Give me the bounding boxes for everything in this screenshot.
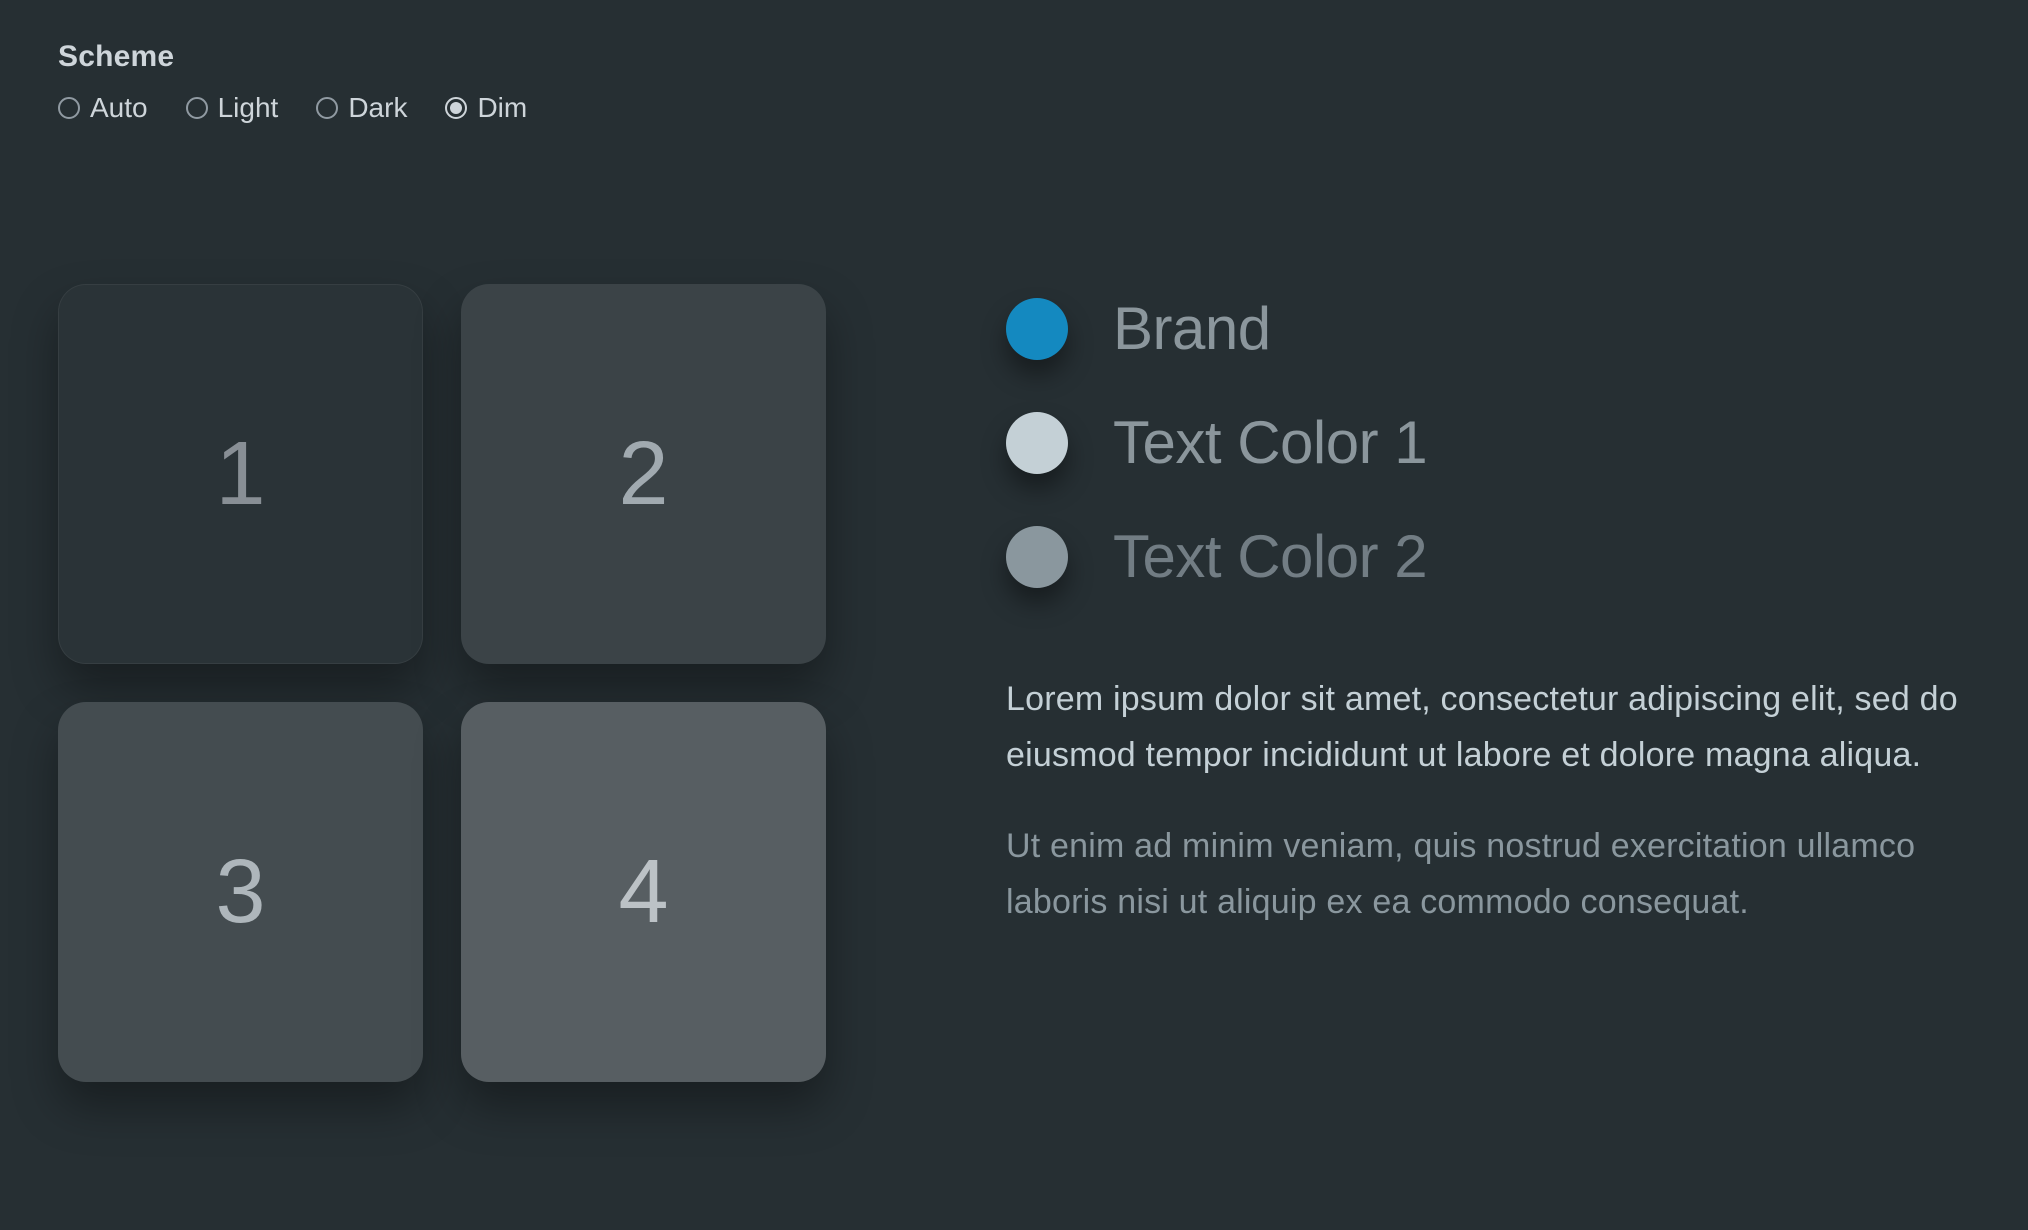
scheme-radio-dark[interactable]: Dark [316, 92, 407, 124]
swatch-label: 2 [618, 423, 668, 526]
radio-label: Light [218, 92, 279, 124]
text2-color-dot [1006, 526, 1068, 588]
color-row-brand: Brand [1006, 294, 1970, 363]
swatch-label: 3 [215, 841, 265, 944]
scheme-options: Auto Light Dark Dim [58, 92, 1970, 124]
paragraph-block: Lorem ipsum dolor sit amet, consectetur … [1006, 671, 1970, 930]
swatch-card-1: 1 [58, 284, 423, 664]
radio-icon-selected [445, 97, 467, 119]
radio-label: Dim [477, 92, 527, 124]
swatch-card-3: 3 [58, 702, 423, 1082]
scheme-radio-light[interactable]: Light [186, 92, 279, 124]
radio-icon [316, 97, 338, 119]
radio-dot-icon [450, 102, 462, 114]
radio-label: Dark [348, 92, 407, 124]
radio-icon [58, 97, 80, 119]
swatch-grid: 1 2 3 4 [58, 284, 826, 1082]
radio-label: Auto [90, 92, 148, 124]
content-row: 1 2 3 4 Brand Text Color 1 Te [58, 284, 1970, 1082]
swatch-card-4: 4 [461, 702, 826, 1082]
text1-color-label: Text Color 1 [1113, 408, 1427, 477]
scheme-radio-dim[interactable]: Dim [445, 92, 527, 124]
swatch-card-2: 2 [461, 284, 826, 664]
radio-icon [186, 97, 208, 119]
brand-color-dot [1006, 298, 1068, 360]
paragraph-2: Ut enim ad minim veniam, quis nostrud ex… [1006, 818, 1970, 930]
paragraph-1: Lorem ipsum dolor sit amet, consectetur … [1006, 671, 1970, 783]
color-row-text2: Text Color 2 [1006, 522, 1970, 591]
scheme-radio-auto[interactable]: Auto [58, 92, 148, 124]
swatch-label: 1 [215, 423, 265, 526]
text1-color-dot [1006, 412, 1068, 474]
text2-color-label: Text Color 2 [1113, 522, 1427, 591]
right-column: Brand Text Color 1 Text Color 2 Lorem ip… [1006, 284, 1970, 1082]
app-root: Scheme Auto Light Dark Dim 1 2 [0, 0, 2028, 1122]
brand-color-label: Brand [1113, 294, 1271, 363]
color-row-text1: Text Color 1 [1006, 408, 1970, 477]
scheme-title: Scheme [58, 40, 1970, 74]
swatch-label: 4 [618, 841, 668, 944]
